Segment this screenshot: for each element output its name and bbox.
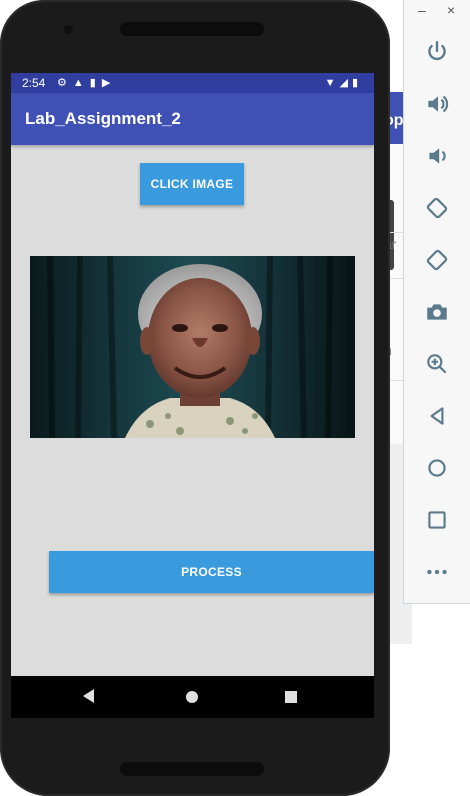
close-button[interactable]: × [447,2,455,18]
device-screen: 2:54 ⚙▲▮▶ ▼◢▮ Lab_Assignment_2 CLICK IMA… [11,73,374,718]
signal-icon: ◢ [339,77,352,89]
bottom-speaker [120,762,264,776]
screenshot-button[interactable] [415,294,459,330]
front-camera [64,25,73,34]
settings-icon: ⚙ [57,77,73,89]
play-store-icon: ▶ [101,77,117,89]
rotate-right-icon [426,249,448,271]
home-button[interactable] [415,450,459,486]
wifi-icon: ▼ [324,77,340,89]
nav-home-icon[interactable] [186,691,198,703]
nav-overview-icon[interactable] [285,691,297,703]
minimize-button[interactable]: – [418,2,426,18]
volume-up-button[interactable] [415,86,459,122]
rotate-right-button[interactable] [415,242,459,278]
notification-icons: ⚙▲▮▶ [57,76,116,89]
zoom-button[interactable] [415,346,459,382]
more-icon [427,569,447,575]
app-title: Lab_Assignment_2 [25,109,181,128]
phone-frame: 2:54 ⚙▲▮▶ ▼◢▮ Lab_Assignment_2 CLICK IMA… [0,0,390,796]
sd-card-icon: ▮ [89,77,102,89]
zoom-icon [427,354,447,374]
rotate-left-icon [426,197,448,219]
portrait-photo [30,256,355,438]
overview-button[interactable] [415,502,459,538]
power-button[interactable] [415,34,459,70]
drive-icon: ▲ [72,77,90,89]
click-image-button[interactable]: CLICK IMAGE [140,163,244,205]
system-icons: ▼◢▮ [325,76,362,89]
more-button[interactable] [415,554,459,590]
rotate-left-button[interactable] [415,190,459,226]
overview-icon [428,511,446,529]
back-button[interactable] [415,398,459,434]
home-icon [428,459,446,477]
navigation-bar [11,676,374,718]
process-button[interactable]: PROCESS [49,551,374,593]
camera-icon [427,304,447,320]
volume-up-icon [428,95,449,113]
back-icon [430,407,444,425]
status-bar: 2:54 ⚙▲▮▶ ▼◢▮ [11,73,374,93]
nav-back-icon[interactable] [83,689,94,703]
status-time: 2:54 [22,76,46,90]
app-bar: Lab_Assignment_2 [11,93,374,145]
battery-icon: ▮ [351,77,362,89]
captured-image [30,256,355,438]
volume-down-button[interactable] [415,138,459,174]
top-speaker [120,22,264,36]
volume-down-icon [429,148,446,164]
power-icon [428,41,446,61]
